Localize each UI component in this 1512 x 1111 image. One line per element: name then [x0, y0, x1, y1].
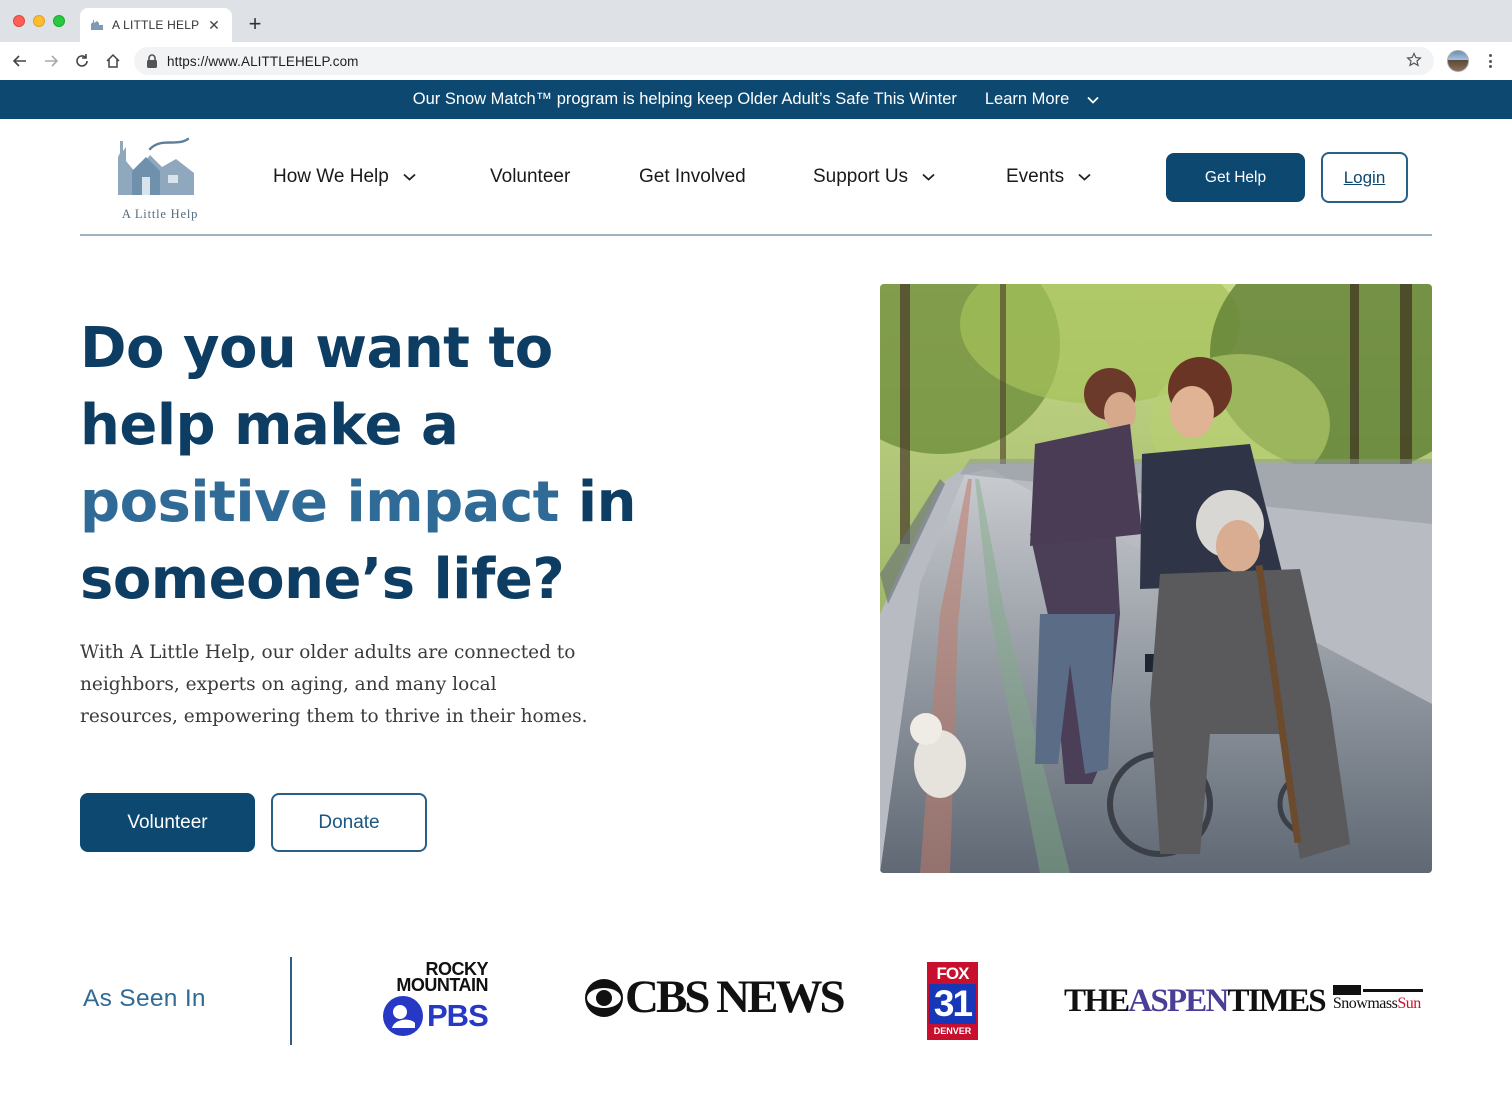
profile-avatar[interactable] [1447, 50, 1469, 72]
cbs-news-logo[interactable]: CBS NEWS [584, 971, 846, 1023]
nav-volunteer[interactable]: Volunteer [490, 166, 570, 188]
zoom-window-button[interactable] [53, 15, 65, 27]
site-favicon-icon [90, 19, 104, 31]
reload-icon[interactable] [71, 50, 93, 72]
lock-icon [147, 54, 157, 68]
learn-more-label: Learn More [984, 90, 1070, 108]
browser-toolbar: https://www.ALITTLEHELP.com [0, 42, 1512, 80]
nav-volunteer-label: Volunteer [490, 166, 571, 187]
hero-title-line-3-rest: in [558, 470, 637, 535]
url-text: https://www.ALITTLEHELP.com [167, 53, 359, 69]
house-logo-icon [118, 137, 194, 195]
chevron-down-icon [1078, 173, 1091, 181]
tab-close-icon[interactable]: ✕ [206, 17, 222, 34]
nav-events-label: Events [1006, 166, 1065, 187]
forward-icon[interactable] [40, 50, 62, 72]
nav-support-us-label: Support Us [813, 166, 909, 187]
pbs-top-line-2: MOUNTAIN [396, 975, 488, 995]
as-seen-in-label: As Seen In [83, 985, 206, 1012]
browser-menu-icon[interactable] [1480, 51, 1500, 71]
aspen-end: TIMES [1227, 983, 1326, 1019]
donate-button[interactable]: Donate [271, 793, 427, 852]
aspen-mid: ASPEN [1128, 983, 1229, 1019]
announcement-bar: Our Snow Match™ program is helping keep … [0, 80, 1512, 119]
nav-support-us[interactable]: Support Us [813, 166, 935, 188]
home-icon[interactable] [102, 50, 124, 72]
browser-tab[interactable]: A LITTLE HELP ✕ [80, 8, 232, 42]
pbs-wordmark: PBS [427, 998, 489, 1033]
tab-title: A LITTLE HELP [112, 18, 200, 32]
nav-get-involved[interactable]: Get Involved [639, 166, 746, 188]
cbs-news-wordmark: CBS NEWS [625, 971, 846, 1023]
nav-events[interactable]: Events [1006, 166, 1091, 188]
aspen-the: THE [1064, 983, 1130, 1019]
aspen-times-logo[interactable]: THEASPENTIMES SnowmassSun [1064, 985, 1423, 1018]
browser-chrome: A LITTLE HELP ✕ + https://www.ALITTLEHEL… [0, 0, 1512, 80]
address-bar[interactable]: https://www.ALITTLEHELP.com [134, 47, 1434, 75]
older-adults-walkway-image [880, 284, 1432, 873]
nav-get-involved-label: Get Involved [639, 166, 746, 187]
new-tab-button[interactable]: + [244, 11, 266, 37]
fox-31-mark: FOX 31 DENVER [927, 962, 978, 1040]
hero-photo [880, 284, 1432, 873]
chevron-down-icon [1087, 96, 1099, 104]
logo-wordmark: A Little Help [121, 207, 199, 221]
aspen-times-wordmark: THEASPENTIMES [1064, 983, 1327, 1019]
hero-title: Do you want to help make a positive impa… [80, 310, 640, 618]
fox-channel-number: 31 [933, 983, 973, 1024]
window-controls [13, 15, 65, 27]
snowmass-sun-banner [1332, 985, 1423, 995]
get-help-button[interactable]: Get Help [1166, 153, 1305, 202]
hero-title-line-2: help make a [80, 393, 459, 458]
fox-wordmark: FOX [929, 964, 976, 984]
nav-how-we-help[interactable]: How We Help [273, 166, 416, 188]
hero-title-line-1: Do you want to [80, 316, 553, 381]
rocky-mountain-pbs-logo[interactable]: ROCKY MOUNTAIN PBS [382, 960, 489, 1037]
minimize-window-button[interactable] [33, 15, 45, 27]
press-divider [290, 957, 292, 1045]
site-header: A Little Help How We Help Volunteer Get … [80, 119, 1432, 236]
chevron-down-icon [403, 173, 416, 181]
pbs-mark: PBS [382, 995, 489, 1037]
cbs-eye-icon [585, 978, 623, 1017]
back-icon[interactable] [9, 50, 31, 72]
close-window-button[interactable] [13, 15, 25, 27]
bookmark-star-icon[interactable] [1406, 52, 1422, 68]
hero-title-line-4: someone’s life? [80, 547, 565, 612]
hero-title-line-3: positive impact in [80, 464, 640, 541]
pbs-head-icon [383, 996, 423, 1036]
fox-city: DENVER [929, 1024, 976, 1038]
snowmass-sun-logo: SnowmassSun [1332, 985, 1423, 1013]
announcement-text: Our Snow Match™ program is helping keep … [412, 90, 957, 108]
snowmass-sun-wordmark: SnowmassSun [1333, 995, 1423, 1013]
nav-how-we-help-label: How We Help [273, 166, 389, 187]
snowmass-word: Snowmass [1332, 995, 1398, 1012]
volunteer-button[interactable]: Volunteer [80, 793, 255, 852]
login-button[interactable]: Login [1321, 152, 1408, 203]
hero-description: With A Little Help, our older adults are… [80, 642, 588, 727]
site-logo[interactable]: A Little Help [110, 133, 210, 223]
sun-word: Sun [1397, 995, 1421, 1012]
chevron-down-icon [922, 173, 935, 181]
learn-more-link[interactable]: Learn More [985, 90, 1099, 109]
hero-title-accent: positive impact [80, 470, 559, 535]
fox-31-denver-logo[interactable]: FOX 31 DENVER [927, 962, 978, 1040]
